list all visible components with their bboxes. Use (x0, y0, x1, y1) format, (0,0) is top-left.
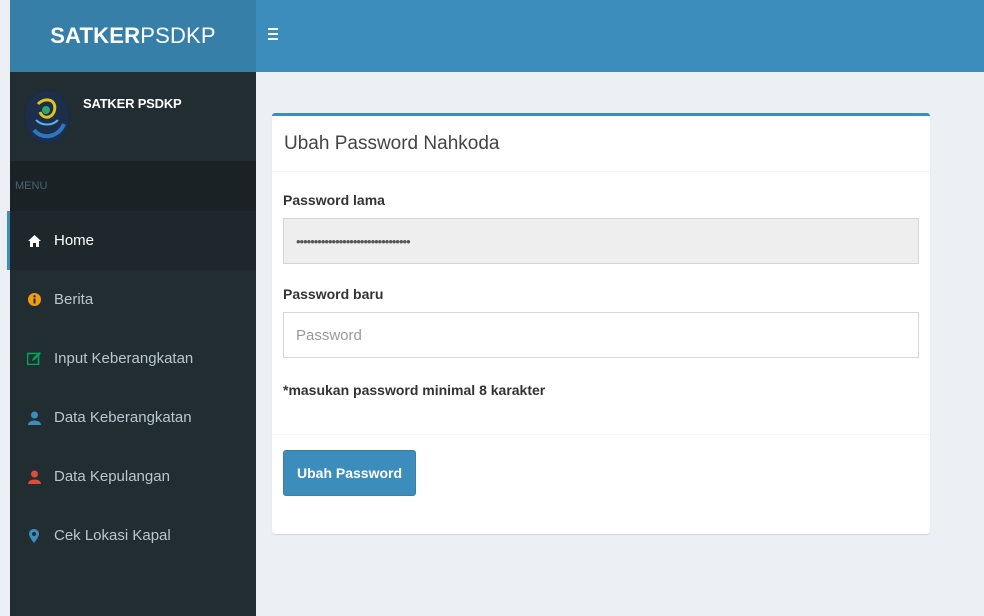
sidebar-item-label: Data Kepulangan (54, 468, 170, 485)
password-hint: *masukan password minimal 8 karakter (283, 382, 546, 398)
form-body: Password lama Password baru *masukan pas… (272, 192, 930, 402)
user-icon (26, 469, 42, 485)
sidebar-item-berita[interactable]: Berita (7, 270, 256, 329)
info-circle-icon (26, 292, 42, 308)
brand-bold: SATKER (50, 23, 141, 48)
user-panel: SATKER PSDKP (10, 72, 256, 161)
old-password-label: Password lama (283, 192, 385, 208)
ubah-password-button[interactable]: Ubah Password (283, 450, 417, 496)
home-icon (26, 233, 42, 249)
avatar (24, 90, 70, 144)
brand-light: PSDKP (140, 23, 216, 48)
menu-header: MENU (10, 161, 256, 211)
sidebar-item-label: Berita (54, 291, 94, 308)
sidebar-item-data-kepulangan[interactable]: Data Kepulangan (7, 447, 256, 506)
sidebar-item-label: Home (54, 232, 95, 249)
change-password-box: Ubah Password Nahkoda Password lama Pass… (272, 113, 930, 534)
user-name: SATKER PSDKP (83, 96, 182, 111)
box-title: Ubah Password Nahkoda (272, 116, 930, 172)
sidebar: SATKER PSDKP MENU Home Berita Input Kebe… (7, 72, 256, 616)
sidebar-item-input-keberangkatan[interactable]: Input Keberangkatan (7, 329, 256, 388)
sidebar-item-label: Input Keberangkatan (54, 350, 194, 367)
sidebar-item-label: Data Keberangkatan (54, 409, 192, 426)
brand-logo[interactable]: SATKER PSDKP (10, 0, 256, 72)
box-footer: Ubah Password (272, 434, 930, 511)
new-password-field[interactable] (283, 312, 919, 358)
user-icon (26, 410, 42, 426)
top-navbar (256, 0, 984, 72)
edit-icon (26, 351, 42, 367)
hamburger-icon[interactable] (264, 22, 282, 46)
sidebar-item-home[interactable]: Home (7, 211, 256, 270)
new-password-label: Password baru (283, 286, 384, 302)
sidebar-item-label: Cek Lokasi Kapal (54, 527, 171, 544)
old-password-field (283, 218, 919, 264)
map-marker-icon (26, 528, 42, 544)
sidebar-item-cek-lokasi-kapal[interactable]: Cek Lokasi Kapal (7, 506, 256, 565)
sidebar-item-data-keberangkatan[interactable]: Data Keberangkatan (7, 388, 256, 447)
